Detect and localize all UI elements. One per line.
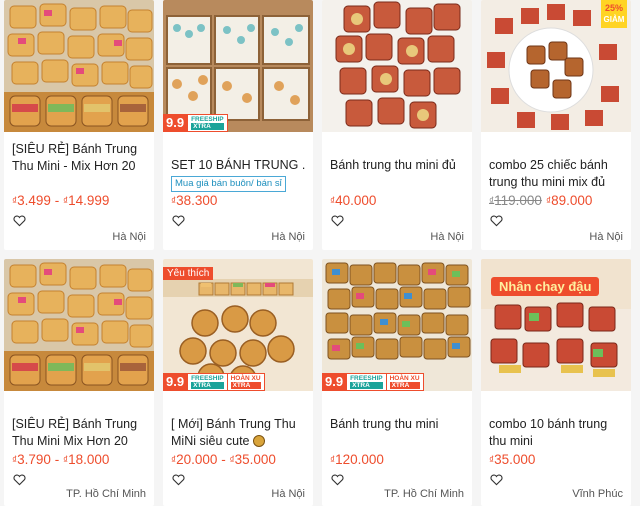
freeship-badge: FREESHIP XTRA [187, 114, 228, 132]
heart-icon[interactable] [490, 215, 503, 227]
product-title[interactable]: SET 10 BÁNH TRUNG ... [171, 157, 305, 174]
product-card[interactable]: Bánh trung thu mini đủ vị ₫40.000 Hà Nội [322, 0, 472, 250]
original-price: ₫119.000 [489, 193, 542, 208]
heart-icon[interactable] [331, 474, 344, 486]
product-title[interactable]: Bánh trung thu mini [330, 416, 464, 433]
heart-icon[interactable] [172, 215, 185, 227]
product-title[interactable]: [SIÊU RẺ] Bánh Trung Thu Mini - Mix Hơn … [12, 141, 146, 175]
product-card[interactable]: 9.9 FREESHIP XTRA SET 10 BÁNH TRUNG ... … [163, 0, 313, 250]
product-price: ₫40.000 [330, 193, 377, 208]
product-title[interactable]: combo 25 chiếc bánh trung thu mini mix đ… [489, 157, 623, 191]
promo-badge: 9.9 FREESHIP XTRA HOÀN XU XTRA [322, 373, 424, 391]
product-location: Hà Nội [271, 488, 305, 500]
product-image[interactable]: 25% GIẢM [481, 0, 631, 132]
product-image[interactable] [322, 0, 472, 132]
product-price: ₫38.300 [171, 193, 218, 208]
product-card[interactable]: [SIÊU RẺ] Bánh Trung Thu Mini Mix Hơn 20… [4, 259, 154, 506]
product-location: Hà Nội [271, 231, 305, 243]
product-location: Hà Nội [589, 231, 623, 243]
heart-icon[interactable] [172, 474, 185, 486]
product-grid: [SIÊU RẺ] Bánh Trung Thu Mini - Mix Hơn … [0, 0, 640, 506]
heart-icon[interactable] [331, 215, 344, 227]
product-location: Hà Nội [430, 231, 464, 243]
freeship-badge: FREESHIP XTRA [187, 373, 228, 391]
product-location: TP. Hồ Chí Minh [66, 488, 146, 500]
discount-badge: 25% GIẢM [601, 0, 627, 28]
product-title[interactable]: combo 10 bánh trung thu mini [489, 416, 623, 450]
image-banner: Nhân chay đậu [491, 277, 600, 296]
product-title[interactable]: [SIÊU RẺ] Bánh Trung Thu Mini Mix Hơn 20… [12, 416, 146, 450]
product-location: Hà Nội [112, 231, 146, 243]
freeship-badge: FREESHIP XTRA [346, 373, 387, 391]
product-price: ₫35.000 [489, 452, 536, 467]
product-image[interactable]: Yêu thích 9.9 FREESHIP XTRA HOÀN XU XTRA [163, 259, 313, 391]
coin-back-badge: HOÀN XU XTRA [227, 373, 265, 391]
product-image[interactable]: 9.9 FREESHIP XTRA HOÀN XU XTRA [322, 259, 472, 391]
coin-back-badge: HOÀN XU XTRA [386, 373, 424, 391]
product-card[interactable]: Nhân chay đậu combo 10 bánh trung thu mi… [481, 259, 631, 506]
product-title[interactable]: [ Mới] Bánh Trung Thu MiNi siêu cute [171, 416, 305, 450]
favorite-label: Yêu thích [163, 267, 214, 280]
product-price: ₫120.000 [330, 452, 384, 467]
product-price: ₫20.000 - ₫35.000 [171, 452, 276, 467]
promo-badge: 9.9 FREESHIP XTRA [163, 114, 228, 132]
product-card[interactable]: Yêu thích 9.9 FREESHIP XTRA HOÀN XU XTRA… [163, 259, 313, 506]
product-image[interactable]: 9.9 FREESHIP XTRA [163, 0, 313, 132]
product-image[interactable]: Nhân chay đậu [481, 259, 631, 391]
wholesale-tag: Mua giá bán buôn/ bán sỉ [171, 176, 286, 192]
product-card[interactable]: 9.9 FREESHIP XTRA HOÀN XU XTRA Bánh trun… [322, 259, 472, 506]
heart-icon[interactable] [13, 215, 26, 227]
product-card[interactable]: 25% GIẢM combo 25 chiếc bánh trung thu m… [481, 0, 631, 250]
product-image[interactable] [4, 259, 154, 391]
product-location: Vĩnh Phúc [572, 488, 623, 500]
heart-icon[interactable] [13, 474, 26, 486]
product-title[interactable]: Bánh trung thu mini đủ vị [330, 157, 464, 174]
product-location: TP. Hồ Chí Minh [384, 488, 464, 500]
promo-badge: 9.9 FREESHIP XTRA HOÀN XU XTRA [163, 373, 265, 391]
product-card[interactable]: [SIÊU RẺ] Bánh Trung Thu Mini - Mix Hơn … [4, 0, 154, 250]
product-price: ₫119.000 ₫89.000 [489, 193, 593, 208]
emoji-icon [252, 435, 265, 447]
heart-icon[interactable] [490, 474, 503, 486]
product-price: ₫3.499 - ₫14.999 [12, 193, 110, 208]
product-image[interactable] [4, 0, 154, 132]
product-price: ₫3.790 - ₫18.000 [12, 452, 110, 467]
